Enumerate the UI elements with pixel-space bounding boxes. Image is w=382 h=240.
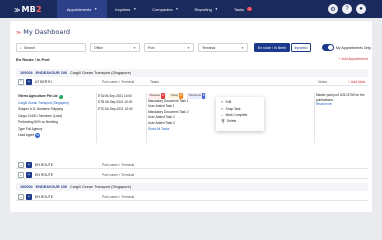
overdue-pill[interactable]: Overdue 2 bbox=[148, 93, 167, 99]
table-row[interactable]: ⌃ + AT BERTH Port name / Terminal Tasks … bbox=[16, 78, 368, 86]
add-icon[interactable]: + bbox=[26, 161, 32, 168]
table-row[interactable]: ⌄ + EN ROUTE Port name / Terminal bbox=[16, 171, 368, 179]
nav-tab-inquiries[interactable]: Inquiries ▼ bbox=[107, 0, 144, 18]
check-icon: ✓ bbox=[221, 112, 224, 117]
tasks-count-badge: 1 bbox=[247, 7, 253, 11]
avatar[interactable]: SS bbox=[35, 132, 41, 138]
chevron-down-icon[interactable]: ⌄ bbox=[18, 193, 24, 200]
eta-block: ETA 06-Sep-2021 10:00 ETB 06-Sep-2021 10… bbox=[98, 93, 133, 112]
section-header: En Route / In Port + Add Appointment bbox=[16, 57, 368, 62]
en-route-button[interactable]: En route / In Berth bbox=[254, 43, 290, 52]
inported-button[interactable]: Inported bbox=[291, 43, 311, 52]
task-context-menu: ✎ Edit ↻ Snap Task ✓ Mark Complete 🗑 Delete bbox=[216, 97, 264, 131]
settings-icon[interactable]: ⚙ bbox=[328, 4, 338, 14]
chevron-down-icon[interactable]: ⌄ bbox=[18, 161, 24, 168]
table-row[interactable]: ⌄ + EN ROUTE Port name / Terminal bbox=[16, 193, 368, 201]
nav-tab-reporting[interactable]: Reporting ▼ bbox=[187, 0, 226, 18]
tomorrow-pill[interactable]: Tomorrow 3 bbox=[187, 93, 207, 99]
notes-column-header: Notes bbox=[318, 80, 328, 84]
today-pill[interactable]: Today 2 bbox=[169, 93, 185, 99]
page-title: ≫ My Dashboard bbox=[16, 28, 71, 36]
add-appointment-button[interactable]: + Add Appointment bbox=[339, 57, 368, 61]
office-select[interactable]: Office ▼ bbox=[90, 43, 140, 52]
search-input[interactable]: ⌕ Search bbox=[16, 43, 86, 52]
user-avatar-icon[interactable]: ● bbox=[356, 4, 366, 14]
notes-block: Master paid port USD 8750 for the public… bbox=[316, 93, 368, 107]
add-icon[interactable]: + bbox=[26, 78, 32, 85]
chevron-down-icon: ▼ bbox=[187, 45, 190, 50]
app-logo[interactable]: ≫MB2 bbox=[14, 5, 42, 14]
menu-item-delete[interactable]: 🗑 Delete bbox=[216, 118, 264, 124]
double-chevron-icon: ≫ bbox=[16, 30, 22, 36]
chevron-down-icon: ▼ bbox=[94, 7, 98, 11]
verified-check-icon: ✓ bbox=[58, 95, 63, 99]
etb-value: ETB 06-Sep-2021 10:00 bbox=[98, 100, 133, 105]
read-more-link[interactable]: Read more bbox=[316, 102, 368, 107]
help-icon[interactable]: ? bbox=[342, 4, 352, 14]
appointment-info: Viterra Agriculture Pte Ltd ✓ Cargill Oce… bbox=[18, 93, 100, 139]
chevron-down-icon: ▼ bbox=[241, 45, 244, 50]
my-appointments-toggle[interactable] bbox=[322, 44, 334, 51]
nav-tab-appointments[interactable]: Appointments ▼ bbox=[56, 0, 108, 18]
chevron-down-icon: ▼ bbox=[175, 7, 179, 11]
chevron-down-icon: ▼ bbox=[133, 7, 137, 11]
snap-icon: ↻ bbox=[221, 106, 224, 111]
edit-icon: ✎ bbox=[221, 100, 224, 105]
terminal-select[interactable]: Terminal ▼ bbox=[198, 43, 248, 52]
top-nav-bar: ≫MB2 Appointments ▼ Inquiries ▼ Companies ▼… bbox=[0, 0, 382, 18]
add-icon[interactable]: + bbox=[26, 193, 32, 200]
chevron-down-icon: ▼ bbox=[133, 45, 136, 50]
filter-bar: ⌕ Search Office ▼ Port ▼ Terminal ▼ En route… bbox=[16, 43, 372, 52]
chevron-up-icon[interactable]: ⌃ bbox=[18, 78, 24, 85]
etd-value: ETD 06-Sep-2021 10:00 bbox=[98, 106, 133, 111]
add-icon[interactable]: + bbox=[26, 171, 32, 178]
lead-agent: Lead Agent SS bbox=[18, 132, 41, 138]
nav-tab-companies[interactable]: Companies ▼ bbox=[144, 0, 186, 18]
vessel-header[interactable]: 100003 ENDEAVOUR 100 Cargill Ocean Transpo… bbox=[16, 69, 368, 77]
note-text: Master paid port USD 8750 for the public… bbox=[316, 93, 365, 102]
vessel-header[interactable]: 100004 ENDEAVOUR 100 Cargill Ocean Transpo… bbox=[16, 183, 368, 191]
trash-icon: 🗑 bbox=[221, 119, 226, 124]
nav-tab-tasks[interactable]: Tasks 1 bbox=[226, 0, 260, 18]
toggle-label: My Appointments Only bbox=[336, 45, 372, 50]
search-icon: ⌕ bbox=[20, 45, 22, 50]
tasks-column-header: Tasks bbox=[150, 80, 159, 84]
chevron-down-icon: ▼ bbox=[214, 7, 218, 11]
add-note-button[interactable]: + Add Note bbox=[348, 80, 365, 84]
chevron-down-icon[interactable]: ⌄ bbox=[18, 171, 24, 178]
table-row[interactable]: ⌄ + EN ROUTE Port name / Terminal bbox=[16, 161, 368, 169]
port-select[interactable]: Port ▼ bbox=[144, 43, 194, 52]
dashboard-card: ≫ My Dashboard ⌕ Search Office ▼ Port ▼ Term… bbox=[10, 21, 372, 212]
